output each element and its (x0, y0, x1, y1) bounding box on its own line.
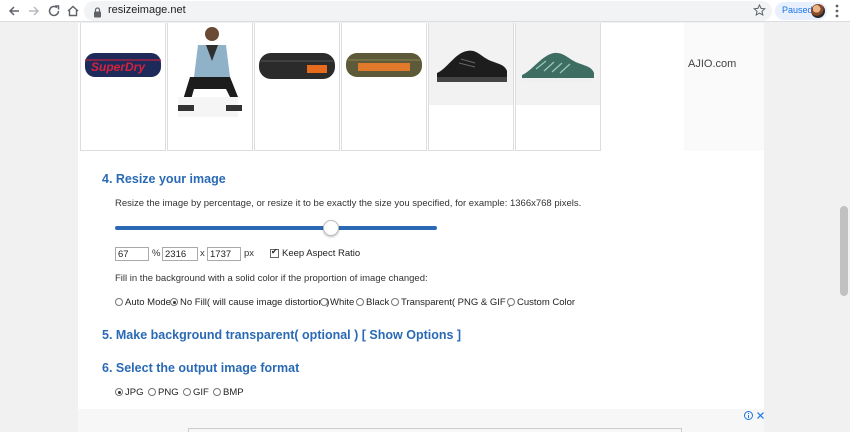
reload-icon[interactable] (45, 2, 63, 20)
thumbnail-man-jacket[interactable] (167, 23, 253, 151)
page-content: SuperDry AJIO.com 4. Resize your image R… (78, 23, 764, 432)
width-input[interactable] (162, 247, 198, 261)
home-icon[interactable] (64, 2, 82, 20)
bookmark-star-icon[interactable] (753, 3, 766, 22)
vertical-scrollbar[interactable] (838, 23, 850, 432)
close-icon[interactable] (756, 412, 765, 422)
browser-toolbar: resizeimage.net Paused (0, 0, 850, 22)
section-5-heading: 5. Make background transparent( optional… (102, 328, 461, 342)
ajio-ad-text[interactable]: AJIO.com (688, 58, 736, 70)
section-4-heading: 4. Resize your image (102, 172, 226, 186)
fill-custom-radio[interactable] (507, 298, 515, 306)
avatar (811, 4, 825, 18)
lock-icon (93, 5, 102, 23)
info-icon[interactable] (744, 411, 756, 422)
fill-black-radio[interactable] (356, 298, 364, 306)
percent-unit: % (152, 248, 161, 259)
fill-nofill-radio[interactable] (170, 298, 178, 306)
profile-button[interactable]: Paused (775, 2, 827, 20)
fill-auto-radio[interactable] (115, 298, 123, 306)
keep-aspect-checkbox[interactable] (270, 247, 279, 258)
profile-status: Paused (782, 5, 813, 15)
format-gif-radio[interactable] (183, 388, 191, 396)
show-options-link[interactable]: [ Show Options ] (362, 328, 461, 342)
fill-nofill-label: No Fill( will cause image distortion ) (180, 297, 330, 308)
thumbnail-black-pouch[interactable] (254, 23, 340, 151)
fill-black-label: Black (366, 297, 390, 308)
format-png-label: PNG (158, 387, 179, 398)
times-sign: x (200, 248, 205, 259)
thumbnail-green-sneaker[interactable] (515, 23, 601, 151)
thumbnail-olive-case[interactable] (341, 23, 427, 151)
resize-slider-track[interactable] (115, 226, 437, 230)
format-png-radio[interactable] (148, 388, 156, 396)
back-icon[interactable] (5, 2, 23, 20)
percent-input[interactable] (115, 247, 149, 261)
height-input[interactable] (207, 247, 241, 261)
format-gif-label: GIF (193, 387, 209, 398)
fill-white-label: White (330, 297, 355, 308)
fill-description: Fill in the background with a solid colo… (115, 273, 428, 284)
format-jpg-label: JPG (125, 387, 144, 398)
section-5-title: 5. Make background transparent( optional… (102, 328, 359, 342)
format-bmp-radio[interactable] (213, 388, 221, 396)
fill-transparent-label: Transparent( PNG & GIF ) (401, 297, 512, 308)
format-jpg-radio[interactable] (115, 388, 123, 396)
scrollbar-thumb[interactable] (840, 206, 848, 296)
resize-description: Resize the image by percentage, or resiz… (115, 198, 582, 209)
fill-custom-label: Custom Color (517, 297, 576, 308)
superdry-logo-text: SuperDry (91, 60, 146, 74)
section-6-heading: 6. Select the output image format (102, 361, 300, 375)
resize-slider-handle[interactable] (322, 220, 339, 236)
keep-aspect-label: Keep Aspect Ratio (282, 248, 361, 259)
page-viewport: SuperDry AJIO.com 4. Resize your image R… (0, 23, 850, 432)
ad-panel (684, 23, 764, 151)
fill-transparent-radio[interactable] (391, 298, 399, 306)
fill-auto-label: Auto Mode (125, 297, 171, 308)
thumbnail-black-sneaker[interactable] (428, 23, 514, 151)
kebab-menu-icon[interactable] (832, 3, 842, 19)
px-unit: px (244, 248, 255, 259)
address-bar[interactable]: resizeimage.net (84, 1, 772, 21)
thumbnail-superdry-case[interactable]: SuperDry (80, 23, 166, 151)
url-text: resizeimage.net (108, 4, 186, 16)
format-bmp-label: BMP (223, 387, 244, 398)
forward-icon[interactable] (25, 2, 43, 20)
fill-white-radio[interactable] (320, 298, 328, 306)
ad-choices[interactable] (744, 411, 765, 422)
ad-banner-frame[interactable] (188, 428, 682, 432)
